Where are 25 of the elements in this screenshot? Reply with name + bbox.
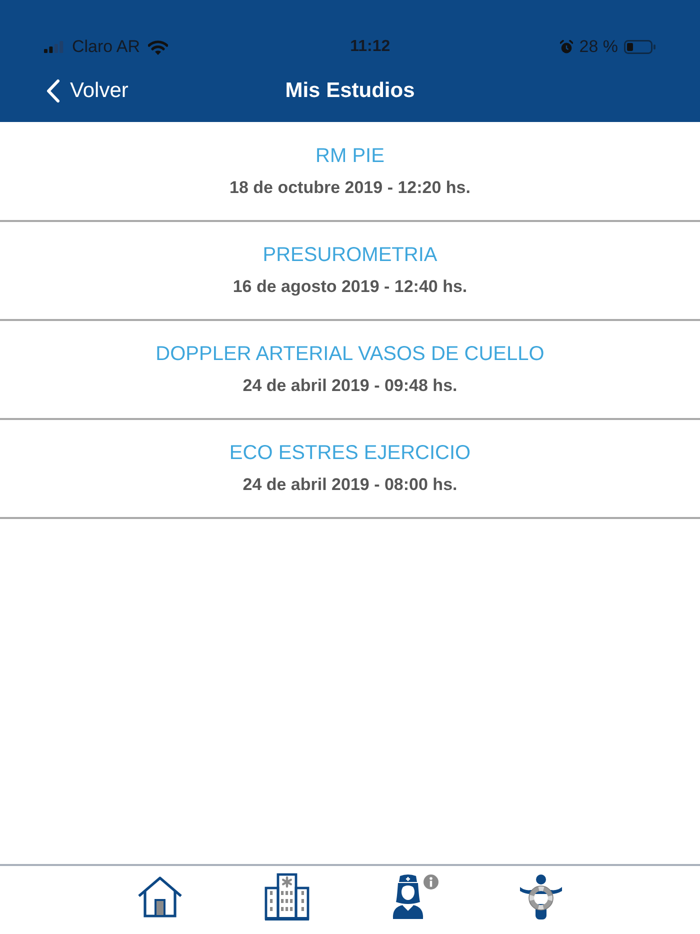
hospital-building-icon bbox=[264, 873, 310, 921]
back-button[interactable]: Volver bbox=[46, 78, 128, 104]
study-date: 24 de abril 2019 - 09:48 hs. bbox=[242, 375, 458, 397]
study-list-item[interactable]: PRESUROMETRIA 16 de agosto 2019 - 12:40 hs. bbox=[0, 222, 700, 321]
alarm-clock-icon bbox=[560, 40, 574, 54]
screen-title: Mis Estudios bbox=[285, 78, 415, 104]
person-lifebuoy-icon bbox=[518, 874, 562, 920]
house-icon bbox=[136, 876, 182, 918]
study-list-item[interactable]: ECO ESTRES EJERCICIO 24 de abril 2019 - 08:00 hs. bbox=[0, 420, 700, 519]
study-name: RM PIE bbox=[316, 144, 384, 168]
battery-icon bbox=[624, 40, 656, 54]
back-chevron-icon bbox=[46, 79, 60, 103]
study-date: 18 de octubre 2019 - 12:20 hs. bbox=[230, 177, 470, 199]
study-list-item[interactable]: RM PIE 18 de octubre 2019 - 12:20 hs. bbox=[0, 123, 700, 222]
study-date: 24 de abril 2019 - 08:00 hs. bbox=[242, 474, 458, 496]
status-time: 11:12 bbox=[350, 37, 390, 57]
study-name: ECO ESTRES EJERCICIO bbox=[229, 441, 471, 465]
wifi-icon bbox=[148, 40, 168, 54]
study-name: DOPPLER ARTERIAL VASOS DE CUELLO bbox=[156, 342, 544, 366]
study-name: PRESUROMETRIA bbox=[262, 243, 438, 267]
study-list-item[interactable]: DOPPLER ARTERIAL VASOS DE CUELLO 24 de abril 2019 - 09:48 hs. bbox=[0, 321, 700, 420]
signal-icon bbox=[44, 41, 64, 53]
study-date: 16 de agosto 2019 - 12:40 hs. bbox=[232, 276, 468, 298]
battery-percentage: 28 % bbox=[579, 37, 618, 57]
carrier-name: Claro AR bbox=[72, 37, 140, 57]
